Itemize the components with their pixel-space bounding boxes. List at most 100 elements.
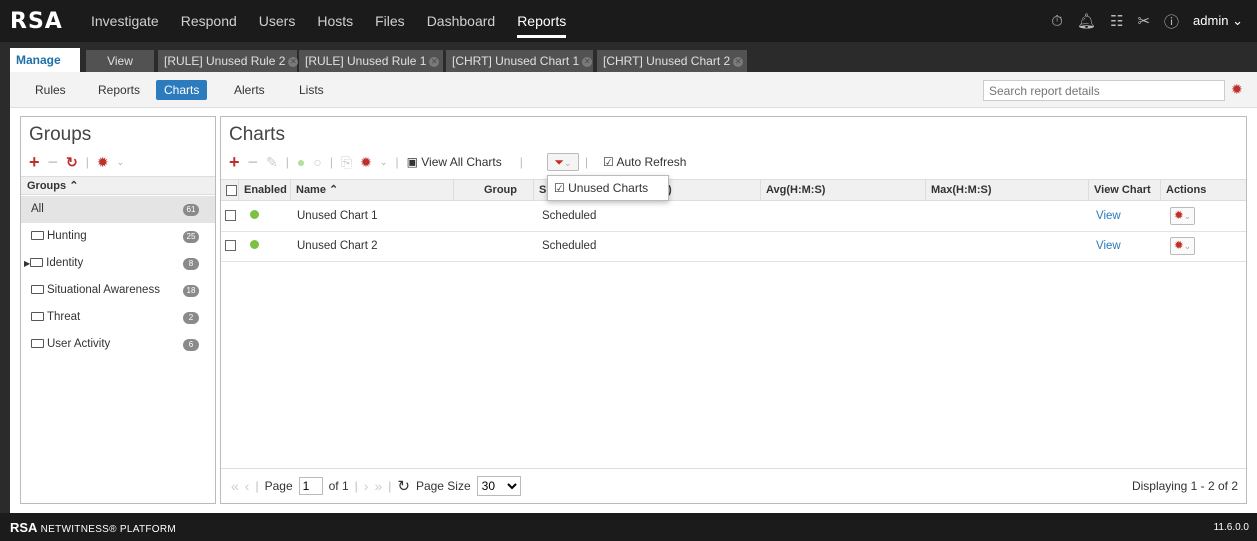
view-all-charts-icon: ▣ [406, 155, 418, 169]
edit-icon[interactable]: ✎ [266, 154, 278, 171]
notification-bell-icon[interactable]: 🔔︎ [1077, 12, 1096, 30]
group-item-threat[interactable]: Threat 2 [21, 304, 215, 331]
nav-users[interactable]: Users [259, 0, 296, 42]
row-checkbox[interactable] [225, 210, 236, 222]
group-item-all[interactable]: All 61 [21, 196, 215, 223]
subtab-alerts[interactable]: Alerts [226, 80, 273, 100]
enabled-status-dot [250, 210, 259, 219]
view-all-charts-label: View All Charts [421, 155, 502, 169]
subtab-lists[interactable]: Lists [291, 80, 332, 100]
row-checkbox-cell [225, 202, 236, 231]
previous-page-icon[interactable]: ‹ [245, 478, 250, 494]
nav-dashboard[interactable]: Dashboard [427, 0, 496, 42]
add-chart-icon[interactable]: + [229, 152, 240, 173]
search-report-details-input[interactable] [983, 80, 1225, 101]
tab-view[interactable]: View [86, 50, 154, 72]
folder-icon [30, 258, 44, 267]
filter-button[interactable]: ⏷⌄ [547, 153, 579, 171]
disable-icon[interactable]: ○ [313, 154, 321, 170]
select-all-checkbox[interactable] [226, 184, 237, 196]
column-header-name[interactable]: Name ⌃ [291, 180, 454, 200]
group-item-identity[interactable]: ▶ Identity 8 [21, 250, 215, 277]
group-item-user-activity[interactable]: User Activity 6 [21, 331, 215, 358]
column-header-enabled[interactable]: Enabled [239, 180, 291, 200]
first-page-icon[interactable]: « [231, 478, 239, 494]
nav-investigate[interactable]: Investigate [91, 0, 159, 42]
chevron-down-icon[interactable]: ⌄ [380, 157, 388, 168]
tools-icon[interactable]: ✂ [1137, 12, 1150, 30]
next-page-icon[interactable]: › [364, 478, 369, 494]
page-size-select[interactable]: 30 [476, 476, 521, 496]
page-total-label: of 1 [328, 479, 349, 493]
tasks-icon[interactable]: ☷ [1110, 12, 1123, 30]
tab-label: [RULE] Unused Rule 1 [305, 54, 427, 68]
timer-icon[interactable]: ⏱ [1051, 13, 1063, 30]
help-icon[interactable]: ⓘ [1164, 11, 1179, 32]
column-header-avg[interactable]: Avg(H:M:S) [761, 180, 926, 200]
table-row[interactable]: Unused Chart 2 Scheduled View ✹⌄ [221, 232, 1246, 262]
group-name: All [31, 203, 44, 215]
group-count-badge: 8 [183, 258, 199, 270]
groups-column-header[interactable]: Groups ⌃ [21, 176, 215, 195]
view-chart-link[interactable]: View [1096, 232, 1121, 261]
search-settings-gear-icon[interactable]: ✹ [1231, 81, 1243, 98]
group-item-situational-awareness[interactable]: Situational Awareness 18 [21, 277, 215, 304]
footer-bar: RSA NETWITNESS® PLATFORM 11.6.0.0 [0, 513, 1257, 541]
enable-icon[interactable]: ● [297, 154, 305, 170]
row-actions-button[interactable]: ✹⌄ [1170, 237, 1196, 255]
chevron-down-icon: ⌄ [1183, 241, 1192, 251]
close-icon[interactable]: ✕ [429, 56, 440, 67]
remove-chart-icon[interactable]: − [248, 152, 259, 173]
table-row[interactable]: Unused Chart 1 Scheduled View ✹⌄ [221, 202, 1246, 232]
group-name: Situational Awareness [47, 284, 160, 296]
nav-respond[interactable]: Respond [181, 0, 237, 42]
subtab-charts[interactable]: Charts [156, 80, 208, 100]
refresh-icon[interactable]: ↻ [397, 477, 410, 495]
nav-hosts[interactable]: Hosts [317, 0, 353, 42]
column-header-actions[interactable]: Actions [1161, 180, 1246, 200]
add-group-icon[interactable]: + [29, 152, 40, 173]
last-page-icon[interactable]: » [374, 478, 382, 494]
chevron-down-icon[interactable]: ⌄ [117, 157, 125, 168]
tab-manage[interactable]: Manage [10, 48, 80, 72]
gear-icon[interactable]: ✹ [97, 154, 109, 171]
chevron-down-icon: ⌄ [1232, 13, 1243, 28]
column-header-max[interactable]: Max(H:M:S) [926, 180, 1089, 200]
footer-product: NETWITNESS® PLATFORM [40, 524, 177, 535]
column-header-group[interactable]: Group [454, 180, 534, 200]
gear-icon[interactable]: ✹ [360, 154, 372, 171]
auto-refresh-toggle[interactable]: ☑ Auto Refresh [603, 155, 686, 169]
subtab-reports[interactable]: Reports [90, 80, 148, 100]
actions-cell: ✹⌄ [1170, 232, 1196, 261]
view-all-charts-button[interactable]: ▣ View All Charts [407, 155, 502, 169]
close-icon[interactable]: ✕ [288, 56, 299, 67]
nav-reports[interactable]: Reports [517, 0, 567, 42]
group-item-hunting[interactable]: Hunting 25 [21, 223, 215, 250]
view-chart-link[interactable]: View [1096, 202, 1121, 231]
refresh-icon[interactable]: ↻ [66, 154, 78, 171]
tab-rule-unused-rule-2[interactable]: [RULE] Unused Rule 2 ✕ [158, 50, 299, 72]
user-menu[interactable]: admin ⌄ [1193, 13, 1243, 29]
toolbar-separator: | [585, 155, 589, 169]
tab-chart-unused-chart-2[interactable]: [CHRT] Unused Chart 2 ✕ [597, 50, 747, 72]
close-icon[interactable]: ✕ [582, 56, 593, 67]
remove-group-icon[interactable]: − [48, 152, 59, 173]
tab-label: [RULE] Unused Rule 2 [164, 54, 286, 68]
page-number-input[interactable] [298, 477, 323, 495]
subtab-rules[interactable]: Rules [27, 80, 74, 100]
tab-rule-unused-rule-1[interactable]: [RULE] Unused Rule 1 ✕ [299, 50, 443, 72]
folder-icon [31, 285, 44, 294]
group-name: Identity [46, 257, 84, 269]
chevron-down-icon: ⌄ [564, 158, 572, 168]
row-checkbox[interactable] [225, 240, 236, 252]
nav-files[interactable]: Files [375, 0, 405, 42]
row-actions-button[interactable]: ✹⌄ [1170, 207, 1196, 225]
rsa-logo[interactable]: RSA [10, 9, 80, 34]
close-icon[interactable]: ✕ [733, 56, 744, 67]
filter-dropdown-menu: ☑ Unused Charts [547, 175, 669, 201]
tab-chart-unused-chart-1[interactable]: [CHRT] Unused Chart 1 ✕ [446, 50, 593, 72]
unused-charts-label: Unused Charts [568, 181, 649, 195]
column-header-view-chart[interactable]: View Chart [1089, 180, 1161, 200]
copy-icon[interactable]: ⎘ [341, 154, 352, 171]
unused-charts-option[interactable]: ☑ Unused Charts [554, 181, 648, 195]
